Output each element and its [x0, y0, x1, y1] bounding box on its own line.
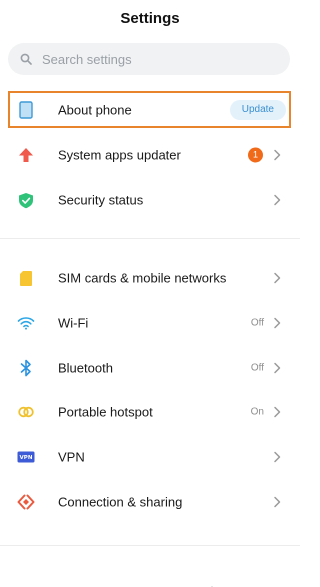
sim-cards-label: SIM cards & mobile networks — [58, 270, 227, 286]
sim-cards-item[interactable]: SIM cards & mobile networks — [0, 256, 300, 300]
recent-apps-icon[interactable] — [83, 580, 95, 587]
search-bar[interactable]: Search settings — [8, 43, 290, 75]
chevron-right-icon — [273, 149, 281, 161]
chevron-right-icon — [273, 194, 281, 206]
sim-card-icon — [17, 269, 35, 287]
chevron-right-icon — [273, 451, 281, 463]
shield-check-icon — [17, 191, 35, 209]
chevron-right-icon — [273, 406, 281, 418]
wifi-label: Wi-Fi — [58, 315, 89, 331]
bluetooth-item[interactable]: Bluetooth Off — [0, 346, 300, 390]
section-divider — [0, 545, 300, 546]
wifi-icon — [17, 314, 35, 332]
home-icon[interactable] — [143, 580, 155, 587]
chevron-right-icon — [273, 496, 281, 508]
vpn-icon: VPN — [17, 448, 35, 466]
bluetooth-label: Bluetooth — [58, 360, 113, 376]
wifi-status: Off — [250, 317, 264, 329]
security-status-label: Security status — [58, 192, 144, 208]
phone-icon — [17, 101, 35, 119]
portable-hotspot-item[interactable]: Portable hotspot On — [0, 390, 300, 434]
update-button[interactable]: Update — [229, 100, 286, 120]
chevron-right-icon — [273, 317, 281, 329]
search-input[interactable]: Search settings — [42, 52, 132, 67]
section-divider — [0, 238, 300, 239]
search-icon — [20, 53, 32, 65]
system-apps-updater-label: System apps updater — [58, 147, 181, 163]
portable-hotspot-label: Portable hotspot — [58, 404, 153, 420]
navigation-bar — [0, 577, 300, 587]
about-phone-item[interactable]: About phone Update — [0, 88, 300, 132]
bluetooth-icon — [17, 359, 35, 377]
hotspot-status: On — [250, 406, 264, 418]
security-status-item[interactable]: Security status — [0, 178, 300, 222]
page-title: Settings — [120, 10, 180, 27]
system-apps-updater-item[interactable]: System apps updater 1 — [0, 133, 300, 177]
connection-sharing-icon — [17, 493, 35, 511]
svg-text:VPN: VPN — [20, 455, 33, 461]
vpn-item[interactable]: VPN VPN — [0, 435, 300, 479]
hotspot-icon — [17, 403, 35, 421]
bluetooth-status: Off — [250, 362, 264, 374]
back-icon[interactable] — [203, 580, 215, 587]
connection-sharing-label: Connection & sharing — [58, 494, 183, 510]
wifi-item[interactable]: Wi-Fi Off — [0, 301, 300, 345]
connection-sharing-item[interactable]: Connection & sharing — [0, 480, 300, 524]
chevron-right-icon — [273, 272, 281, 284]
notification-badge: 1 — [248, 147, 263, 163]
arrow-up-icon — [17, 146, 35, 164]
vpn-label: VPN — [58, 449, 85, 465]
chevron-right-icon — [273, 362, 281, 374]
about-phone-label: About phone — [58, 102, 132, 118]
